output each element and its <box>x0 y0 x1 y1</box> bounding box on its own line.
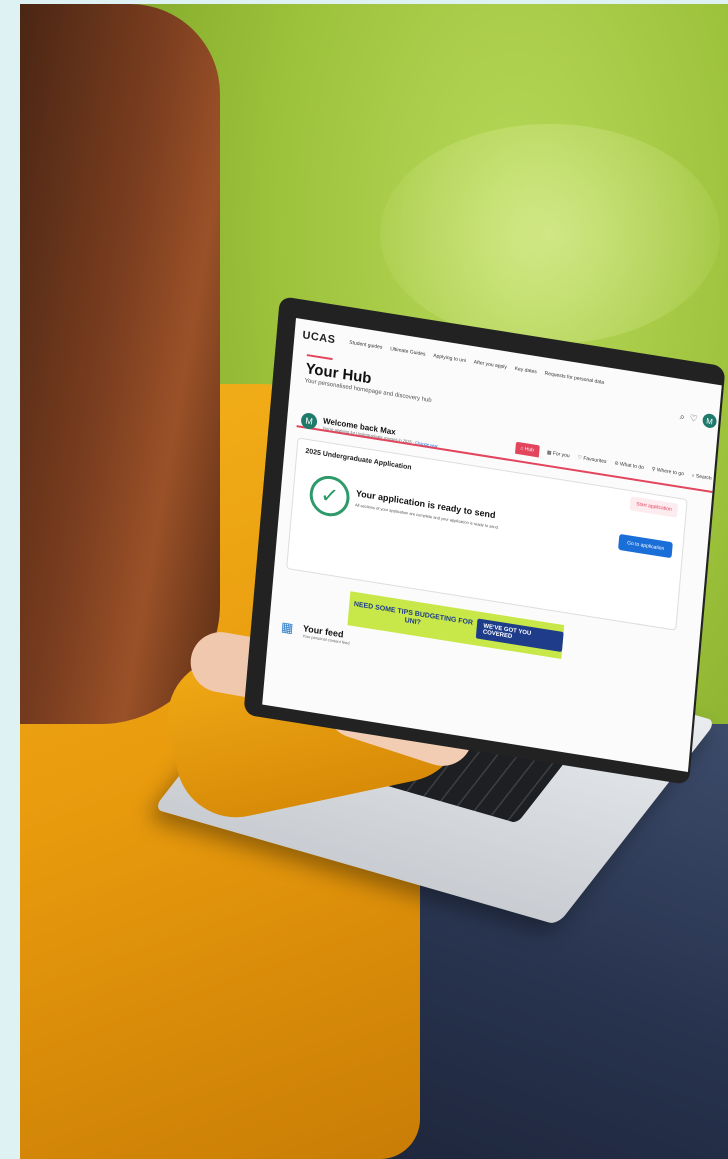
grass-highlight <box>380 124 720 344</box>
person-hair <box>20 4 220 724</box>
tab-hub[interactable]: ⌂ Hub <box>514 441 540 458</box>
tab-what-to-do[interactable]: ⊘ What to do <box>614 460 644 471</box>
welcome-avatar: M <box>300 411 318 431</box>
tab-search[interactable]: ⌕ Search <box>691 473 711 482</box>
tab-for-you[interactable]: ▦ For you <box>547 450 570 460</box>
ucas-logo[interactable]: UCAS <box>302 329 336 346</box>
photo-scene: UCAS Student guides Ultimate Guides Appl… <box>0 0 728 1159</box>
nav-link-student-guides[interactable]: Student guides <box>349 340 383 351</box>
nav-link-personal-data[interactable]: Requests for personal data <box>544 371 604 386</box>
advert-headline: NEED SOME TIPS BUDGETING FOR UNI? <box>353 600 474 627</box>
grid-icon: ▦ <box>280 618 294 636</box>
laptop-screen: UCAS Student guides Ultimate Guides Appl… <box>262 318 722 772</box>
start-application-button[interactable]: Start application <box>629 496 679 518</box>
advert-tagline: WE'VE GOT YOU COVERED <box>476 618 564 653</box>
feed-header: ▦ Your feed Your personal content feed <box>280 619 350 646</box>
search-icon[interactable]: ⌕ <box>679 411 685 423</box>
heart-icon[interactable]: ♡ <box>689 412 698 424</box>
title-accent <box>306 354 333 361</box>
tab-for-you-label: For you <box>552 450 570 460</box>
check-circle-icon: ✓ <box>308 472 352 520</box>
nav-link-ultimate-guides[interactable]: Ultimate Guides <box>390 346 426 358</box>
nav-icons: ⌕ ♡ M <box>679 409 718 429</box>
application-heading: 2025 Undergraduate Application <box>305 447 412 472</box>
tab-what-to-do-label: What to do <box>619 461 645 472</box>
go-to-application-button[interactable]: Go to application <box>618 533 673 559</box>
tab-favourites-label: Favourites <box>583 455 607 466</box>
tab-search-label: Search <box>695 473 712 482</box>
tab-where-to-go-label: Where to go <box>656 467 685 478</box>
tab-hub-label: Hub <box>524 446 535 454</box>
nav-link-key-dates[interactable]: Key dates <box>514 366 537 375</box>
nav-link-applying[interactable]: Applying to uni <box>433 353 466 364</box>
tab-where-to-go[interactable]: ⚲ Where to go <box>652 466 685 477</box>
feed-text: Your feed Your personal content feed <box>302 623 351 645</box>
nav-link-after-apply[interactable]: After you apply <box>473 359 507 370</box>
avatar[interactable]: M <box>702 412 718 429</box>
tab-favourites[interactable]: ♡ Favourites <box>577 455 606 466</box>
